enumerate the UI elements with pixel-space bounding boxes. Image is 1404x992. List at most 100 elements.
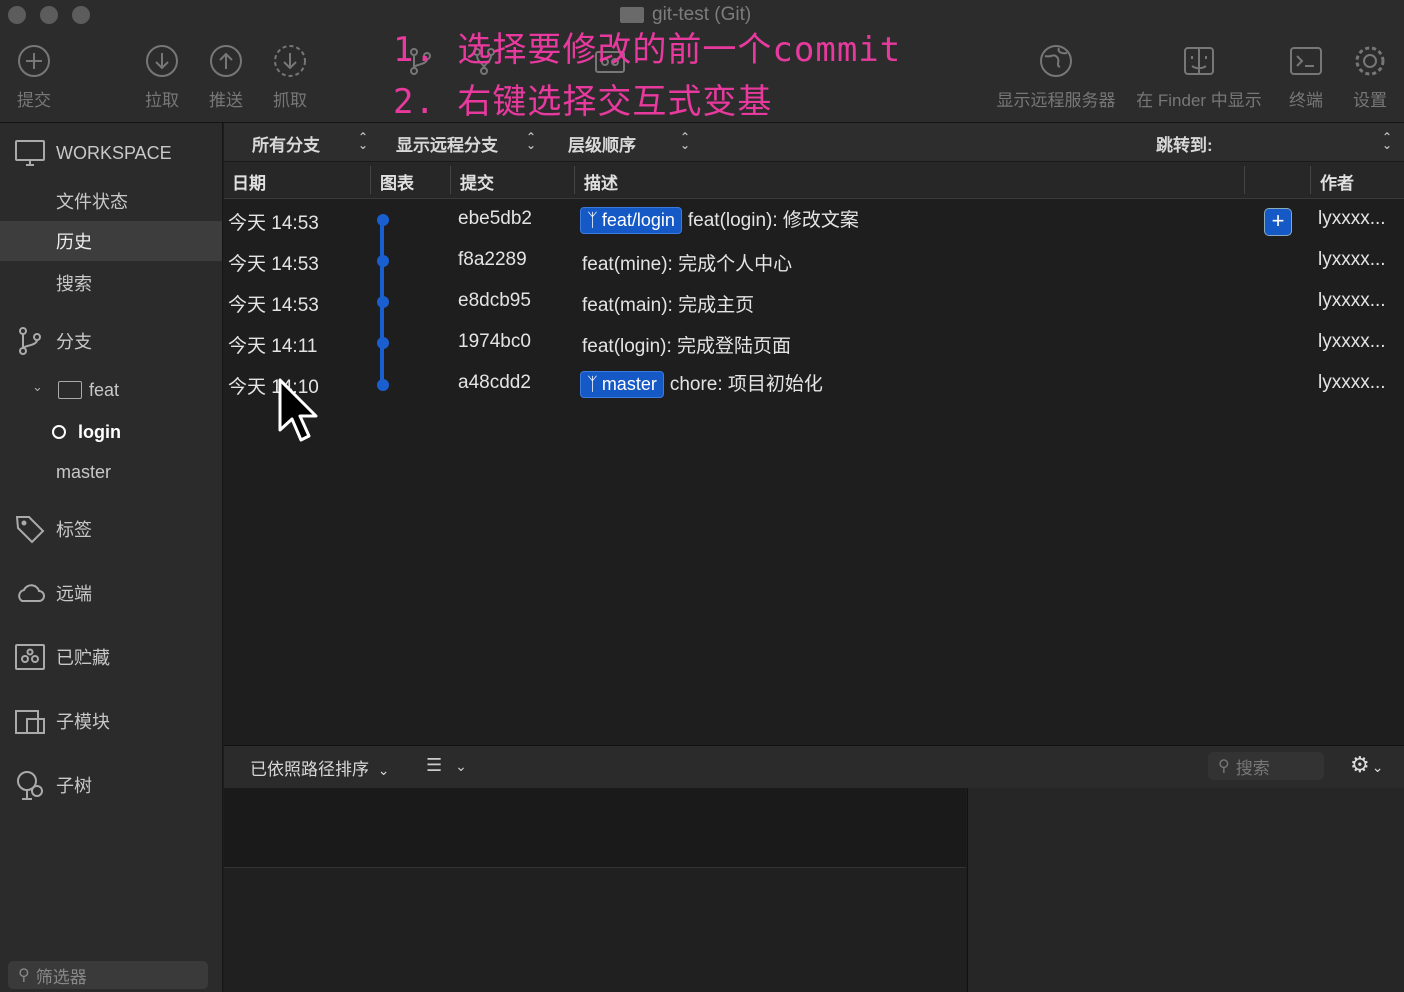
sidebar-section-subtrees[interactable]: 子树: [0, 765, 222, 805]
commit-row[interactable]: 今天 14:53 ebe5db2 ᛉ feat/login feat(login…: [224, 200, 1404, 241]
chevron-down-icon: ⌄: [455, 758, 467, 774]
column-divider[interactable]: [574, 166, 575, 194]
column-header-commit[interactable]: 提交: [460, 169, 494, 194]
order-dropdown[interactable]: 层级顺序 ⌃ ⌄: [568, 131, 698, 156]
globe-icon: [1039, 44, 1073, 78]
commit-hash: f8a2289: [458, 249, 527, 270]
branch-folder-feat[interactable]: ⌄ feat: [0, 371, 222, 409]
close-window-button[interactable]: [8, 6, 26, 24]
folder-icon: [58, 381, 82, 399]
commit-graph-node: [377, 214, 389, 226]
commit-message: feat(main): 完成主页: [582, 295, 755, 316]
zoom-window-button[interactable]: [72, 6, 90, 24]
all-branches-dropdown[interactable]: 所有分支 ⌃ ⌄: [252, 131, 372, 156]
column-divider[interactable]: [1244, 166, 1245, 194]
commit-author: lyxxxx...: [1318, 331, 1386, 352]
branch-icon: ᛉ: [587, 210, 598, 230]
commit-hash: e8dcb95: [458, 290, 531, 311]
sidebar-item-history[interactable]: 历史: [0, 221, 222, 261]
diff-view[interactable]: [967, 788, 1404, 992]
pull-button[interactable]: 拉取: [142, 44, 182, 111]
folder-icon: [620, 7, 644, 23]
commit-hash: a48cdd2: [458, 372, 531, 393]
workspace-header: WORKSPACE: [0, 135, 222, 171]
commit-row[interactable]: 今天 14:53 e8dcb95 feat(main): 完成主页 lyxxxx…: [224, 282, 1404, 323]
commit-date: 今天 14:53: [228, 213, 319, 234]
sidebar-item-search[interactable]: 搜索: [0, 263, 222, 303]
settings-button[interactable]: 设置: [1350, 44, 1390, 111]
view-mode-dropdown[interactable]: ☰ ⌄: [426, 755, 467, 776]
commit-date: 今天 14:53: [228, 254, 319, 275]
stash-box-icon: [14, 641, 46, 673]
commit-hash: 1974bc0: [458, 331, 531, 352]
commit-message: feat(login): 修改文案: [687, 210, 859, 231]
column-divider[interactable]: [370, 166, 371, 194]
branch-item-master[interactable]: master: [0, 453, 222, 491]
branch-icon: ᛉ: [587, 374, 598, 394]
terminal-icon: [1289, 44, 1323, 78]
commit-author: lyxxxx...: [1318, 249, 1386, 270]
search-icon: ⚲: [18, 967, 30, 984]
sidebar-filter-input[interactable]: ⚲ 筛选器: [8, 961, 208, 989]
commit-date: 今天 14:11: [228, 336, 318, 357]
push-button[interactable]: 推送: [206, 44, 246, 111]
sidebar-section-branches[interactable]: 分支: [0, 321, 222, 361]
commit-author: lyxxxx...: [1318, 372, 1386, 393]
current-branch-indicator-icon: [52, 425, 66, 439]
chevron-down-icon: ⌄: [377, 762, 390, 778]
column-divider[interactable]: [450, 166, 451, 194]
commit-graph-node: [377, 296, 389, 308]
arrow-up-circle-icon: [209, 44, 243, 78]
minimize-window-button[interactable]: [40, 6, 58, 24]
commit-date: 今天 14:53: [228, 295, 319, 316]
instruction-step-2: 2. 右键选择交互式变基: [393, 82, 773, 122]
updown-chevron-icon: ⌃ ⌄: [1382, 130, 1393, 152]
commit-button[interactable]: 提交: [14, 44, 54, 111]
chevron-down-icon: ⌄: [1371, 759, 1384, 775]
finder-icon: [1182, 44, 1216, 78]
commit-message: feat(mine): 完成个人中心: [582, 254, 793, 275]
submodule-icon: [14, 705, 46, 737]
terminal-button[interactable]: 终端: [1286, 44, 1326, 111]
commit-author: lyxxxx...: [1318, 208, 1386, 229]
sidebar: WORKSPACE 文件状态 历史 搜索 分支 ⌄ feat login mas…: [0, 123, 223, 992]
show-remote-button[interactable]: 显示远程服务器: [992, 44, 1120, 111]
sort-by-path-dropdown[interactable]: 已依照路径排序 ⌄: [250, 755, 389, 780]
jump-to-dropdown[interactable]: 跳转到: ⌃ ⌄: [1156, 131, 1396, 156]
show-remote-branches-dropdown[interactable]: 显示远程分支 ⌃ ⌄: [396, 131, 544, 156]
column-header-date[interactable]: 日期: [232, 169, 266, 194]
commit-author: lyxxxx...: [1318, 290, 1386, 311]
add-icon[interactable]: +: [1264, 208, 1292, 236]
sidebar-section-stashes[interactable]: 已贮藏: [0, 637, 222, 677]
options-gear-button[interactable]: ⚙ ⌄: [1350, 752, 1383, 778]
branch-icon: [14, 325, 46, 357]
fetch-button[interactable]: 抓取: [270, 44, 310, 111]
gear-icon: ⚙: [1350, 752, 1370, 777]
branch-item-login[interactable]: login: [0, 413, 222, 451]
sidebar-section-tags[interactable]: 标签: [0, 509, 222, 549]
column-header-graph[interactable]: 图表: [380, 169, 414, 194]
mouse-cursor-icon: [276, 378, 320, 444]
file-search-input[interactable]: ⚲ 搜索: [1208, 752, 1324, 780]
column-header-author[interactable]: 作者: [1320, 169, 1354, 194]
sidebar-section-remotes[interactable]: 远端: [0, 573, 222, 613]
sidebar-section-submodules[interactable]: 子模块: [0, 701, 222, 741]
branch-label-feat-login[interactable]: ᛉ feat/login: [580, 207, 682, 234]
commit-graph-node: [377, 337, 389, 349]
commit-row[interactable]: 今天 14:11 1974bc0 feat(login): 完成登陆页面 lyx…: [224, 323, 1404, 364]
sidebar-item-file-status[interactable]: 文件状态: [0, 181, 222, 221]
monitor-icon: [14, 137, 46, 169]
history-filter-bar: 所有分支 ⌃ ⌄ 显示远程分支 ⌃ ⌄ 层级顺序 ⌃ ⌄ 跳转到: ⌃ ⌄: [224, 123, 1404, 162]
commit-row[interactable]: 今天 14:53 f8a2289 feat(mine): 完成个人中心 lyxx…: [224, 241, 1404, 282]
changed-files-list[interactable]: [224, 788, 966, 868]
gear-icon: [1353, 44, 1387, 78]
list-icon: ☰: [426, 755, 443, 775]
instruction-step-1: 1. 选择要修改的前一个commit: [393, 30, 902, 70]
column-header-description[interactable]: 描述: [584, 169, 618, 194]
column-divider[interactable]: [1310, 166, 1311, 194]
branch-label-master[interactable]: ᛉ master: [580, 371, 664, 398]
commit-row[interactable]: 今天 14:10 a48cdd2 ᛉ master chore: 项目初始化 l…: [224, 364, 1404, 405]
commit-table-header: 日期 图表 提交 描述 作者: [224, 162, 1404, 199]
chevron-down-icon: ⌄: [32, 379, 43, 394]
show-in-finder-button[interactable]: 在 Finder 中显示: [1130, 44, 1268, 111]
